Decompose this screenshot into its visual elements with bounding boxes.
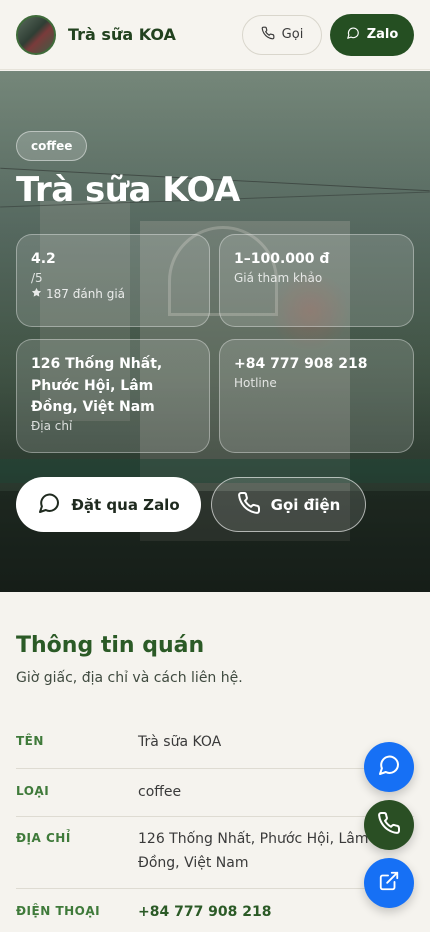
- call-button[interactable]: Gọi điện: [211, 477, 366, 532]
- hero-title: Trà sữa KOA: [16, 170, 240, 210]
- hotline-value: +84 777 908 218: [234, 356, 368, 372]
- call-label: Gọi điện: [270, 495, 341, 514]
- hotline-card[interactable]: +84 777 908 218 Hotline: [219, 339, 414, 453]
- header-call-button[interactable]: Gọi: [242, 14, 322, 55]
- chat-icon: [37, 491, 61, 519]
- phone-icon: [377, 811, 401, 839]
- header-call-label: Gọi: [281, 27, 304, 42]
- info-row-phone: ĐIỆN THOẠI +84 777 908 218: [16, 901, 414, 932]
- phone-icon: [237, 491, 261, 519]
- rating-scale: /5: [31, 270, 43, 285]
- address-card[interactable]: 126 Thống Nhất, Phước Hội, Lâm Đồng, Việ…: [16, 339, 210, 453]
- shop-avatar[interactable]: [16, 14, 56, 55]
- price-label: Giá tham khảo: [234, 270, 323, 285]
- price-value: 1–100.000 đ: [234, 251, 330, 267]
- chat-icon: [346, 26, 360, 44]
- info-title: Thông tin quán: [16, 633, 205, 658]
- order-zalo-button[interactable]: Đặt qua Zalo: [16, 477, 201, 532]
- info-key: ĐIỆN THOẠI: [16, 904, 101, 918]
- info-key: LOẠI: [16, 784, 50, 798]
- header-zalo-label: Zalo: [366, 27, 399, 42]
- fab-call-button[interactable]: [364, 800, 414, 850]
- hero-section: coffee Trà sữa KOA 4.2 /5 187 đánh giá 1…: [0, 71, 430, 592]
- top-header: Trà sữa KOA Gọi Zalo: [0, 0, 430, 70]
- address-label: Địa chỉ: [31, 419, 73, 434]
- rating-count: 187 đánh giá: [46, 286, 126, 301]
- fab-open-map-button[interactable]: [364, 858, 414, 908]
- info-key: TÊN: [16, 734, 44, 748]
- phone-icon: [261, 26, 275, 44]
- rating-value: 4.2: [31, 251, 56, 267]
- hotline-label: Hotline: [234, 375, 277, 390]
- info-row-address: ĐỊA CHỈ 126 Thống Nhất, Phước Hội, Lâm Đ…: [16, 828, 414, 889]
- order-zalo-label: Đặt qua Zalo: [71, 495, 180, 514]
- info-subtitle: Giờ giấc, địa chỉ và cách liên hệ.: [16, 670, 243, 686]
- rating-count-row: 187 đánh giá: [31, 287, 195, 301]
- rating-card: 4.2 /5 187 đánh giá: [16, 234, 210, 327]
- address-value: 126 Thống Nhất, Phước Hội, Lâm Đồng, Việ…: [31, 356, 163, 416]
- category-chip: coffee: [16, 131, 88, 161]
- external-link-icon: [378, 870, 400, 896]
- brand-name[interactable]: Trà sữa KOA: [68, 25, 242, 44]
- star-icon: [31, 287, 42, 301]
- chat-icon: [377, 753, 401, 781]
- price-card: 1–100.000 đ Giá tham khảo: [219, 234, 414, 327]
- info-phone-link[interactable]: +84 777 908 218: [138, 901, 414, 932]
- fab-zalo-chat-button[interactable]: [364, 742, 414, 792]
- info-row-name: TÊN Trà sữa KOA: [16, 731, 414, 769]
- info-key: ĐỊA CHỈ: [16, 831, 71, 845]
- header-zalo-button[interactable]: Zalo: [330, 13, 414, 56]
- info-row-type: LOẠI coffee: [16, 781, 414, 817]
